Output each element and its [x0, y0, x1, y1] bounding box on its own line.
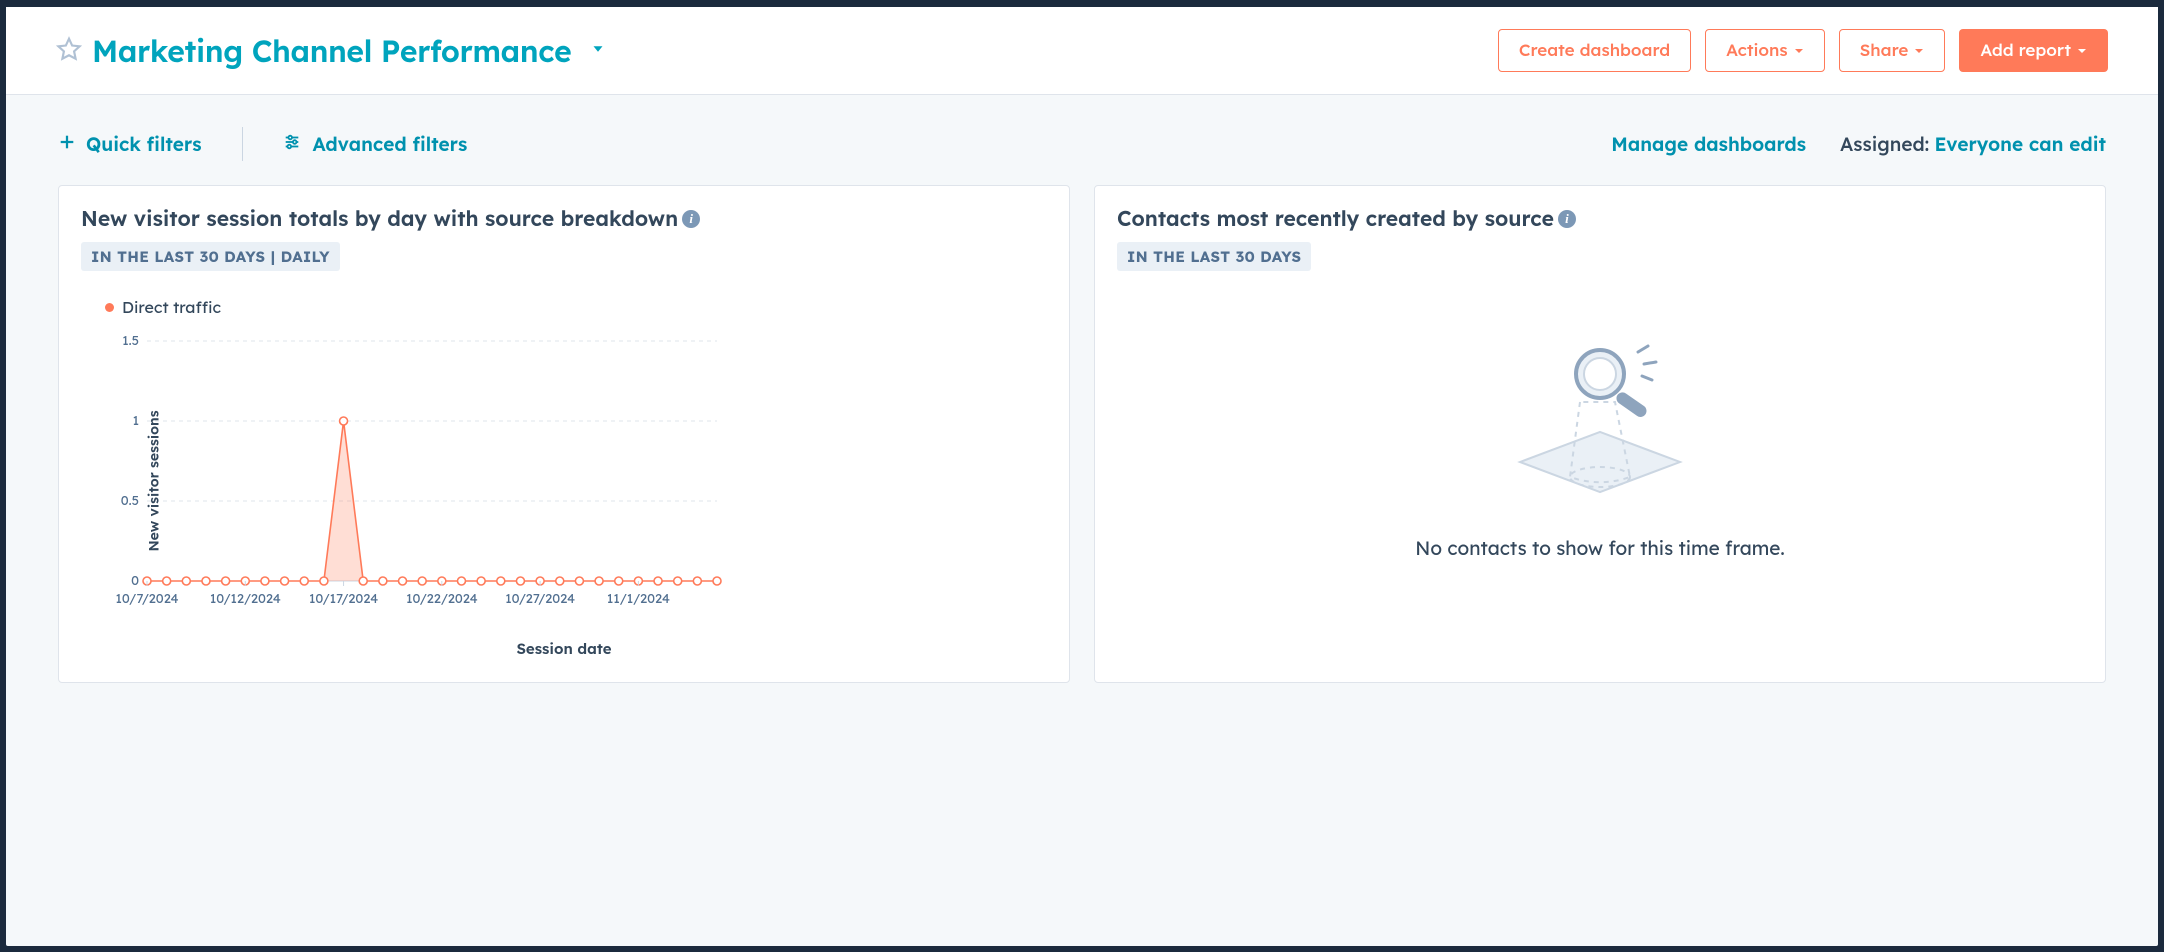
empty-state: No contacts to show for this time frame. [1117, 271, 2083, 631]
svg-text:0: 0 [131, 573, 139, 589]
card-title: New visitor session totals by day with s… [81, 206, 678, 232]
legend-label: Direct traffic [122, 297, 221, 317]
svg-text:1: 1 [133, 413, 140, 429]
manage-dashboards-link[interactable]: Manage dashboards [1611, 132, 1806, 156]
svg-text:10/12/2024: 10/12/2024 [210, 591, 281, 607]
quick-filters-button[interactable]: Quick filters [58, 132, 202, 156]
svg-text:10/7/2024: 10/7/2024 [115, 591, 178, 607]
page-title[interactable]: Marketing Channel Performance [92, 32, 571, 70]
advanced-filters-button[interactable]: Advanced filters [283, 132, 468, 156]
caret-down-icon [1794, 40, 1804, 61]
create-dashboard-button[interactable]: Create dashboard [1498, 29, 1691, 72]
svg-text:0.5: 0.5 [121, 493, 139, 509]
filters-toolbar: Quick filters Advanced filters Manage da… [6, 95, 2158, 185]
contacts-by-source-card: Contacts most recently created by source… [1094, 185, 2106, 683]
actions-button[interactable]: Actions [1705, 29, 1825, 72]
plus-icon [58, 132, 76, 156]
svg-text:11/1/2024: 11/1/2024 [607, 591, 670, 607]
caret-down-icon [1914, 40, 1924, 61]
empty-state-text: No contacts to show for this time frame. [1415, 536, 1784, 560]
date-range-badge: IN THE LAST 30 DAYS [1117, 242, 1311, 271]
svg-text:10/27/2024: 10/27/2024 [505, 591, 575, 607]
sliders-icon [283, 132, 301, 156]
chart-legend[interactable]: Direct traffic [105, 297, 1047, 317]
svg-text:1.5: 1.5 [122, 333, 139, 349]
svg-text:10/17/2024: 10/17/2024 [309, 591, 378, 607]
magnifier-search-icon [1500, 342, 1700, 512]
favorite-star-icon[interactable] [56, 36, 82, 66]
line-chart: 0 0.5 1 1.5 10/7/2024 10/12/2024 10/17/2024 10/… [107, 331, 727, 611]
legend-swatch-icon [105, 303, 114, 312]
toolbar-divider [242, 127, 243, 161]
header-actions: Create dashboard Actions Share Add repor… [1498, 29, 2108, 72]
chart-container: Direct traffic New visitor sessions 0 0.5… [81, 297, 1047, 658]
title-dropdown-icon[interactable] [589, 40, 607, 62]
assigned-value-link[interactable]: Everyone can edit [1935, 132, 2106, 156]
add-report-button[interactable]: Add report [1959, 29, 2108, 72]
visitor-sessions-card: New visitor session totals by day with s… [58, 185, 1070, 683]
svg-text:10/22/2024: 10/22/2024 [406, 591, 478, 607]
card-title: Contacts most recently created by source [1117, 206, 1554, 232]
page-header: Marketing Channel Performance Create das… [6, 7, 2158, 95]
x-axis-label: Session date [81, 639, 1047, 658]
assigned-label: Assigned: [1840, 132, 1929, 156]
y-axis-label: New visitor sessions [145, 410, 163, 551]
caret-down-icon [2077, 40, 2087, 61]
share-button[interactable]: Share [1839, 29, 1946, 72]
info-icon[interactable]: i [1558, 210, 1576, 228]
info-icon[interactable]: i [682, 210, 700, 228]
date-range-badge: IN THE LAST 30 DAYS | DAILY [81, 242, 340, 271]
